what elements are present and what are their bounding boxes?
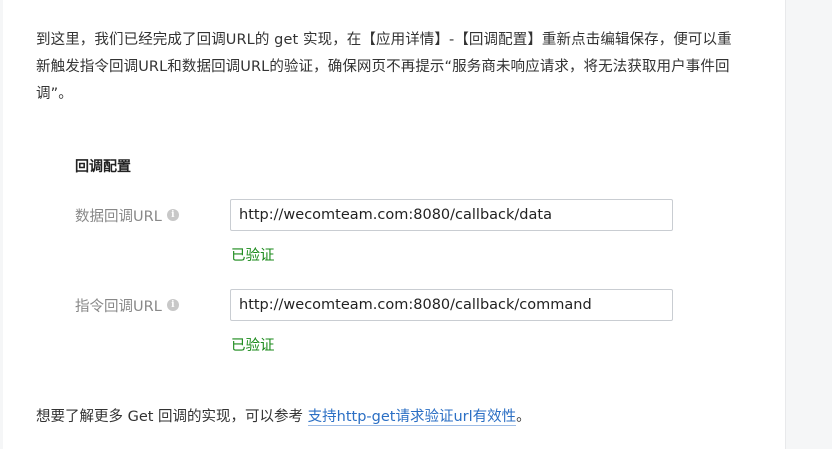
intro-line-2: 新触发指令回调URL和数据回调URL的验证，确保网页不再提示“服务商未响应请求，… [36, 59, 730, 75]
command-callback-url-label-text: 指令回调URL [75, 298, 162, 315]
command-callback-url-input[interactable] [230, 289, 673, 321]
intro-line-3: 调”。 [36, 86, 73, 102]
command-callback-verified-status: 已验证 [231, 338, 275, 354]
right-side-panel [785, 0, 832, 449]
callback-config-title: 回调配置 [75, 159, 131, 175]
intro-line-1: 到这里，我们已经完成了回调URL的 get 实现，在【应用详情】-【回调配置】重… [36, 32, 732, 48]
footer-suffix: 。 [516, 409, 531, 425]
command-callback-url-label: 指令回调URL i [75, 289, 179, 321]
footer-paragraph: 想要了解更多 Get 回调的实现，可以参考 支持http-get请求验证url有… [36, 405, 531, 426]
intro-paragraph: 到这里，我们已经完成了回调URL的 get 实现，在【应用详情】-【回调配置】重… [36, 27, 761, 108]
data-callback-url-input[interactable] [230, 199, 673, 231]
article-page: 到这里，我们已经完成了回调URL的 get 实现，在【应用详情】-【回调配置】重… [3, 0, 785, 449]
footer-prefix: 想要了解更多 Get 回调的实现，可以参考 [36, 409, 308, 425]
data-callback-url-label-text: 数据回调URL [75, 208, 162, 225]
data-callback-verified-status: 已验证 [231, 248, 275, 264]
info-icon[interactable]: i [166, 299, 179, 311]
http-get-verification-link[interactable]: 支持http-get请求验证url有效性 [307, 409, 517, 426]
data-callback-url-label: 数据回调URL i [75, 199, 179, 231]
info-icon[interactable]: i [166, 209, 179, 221]
